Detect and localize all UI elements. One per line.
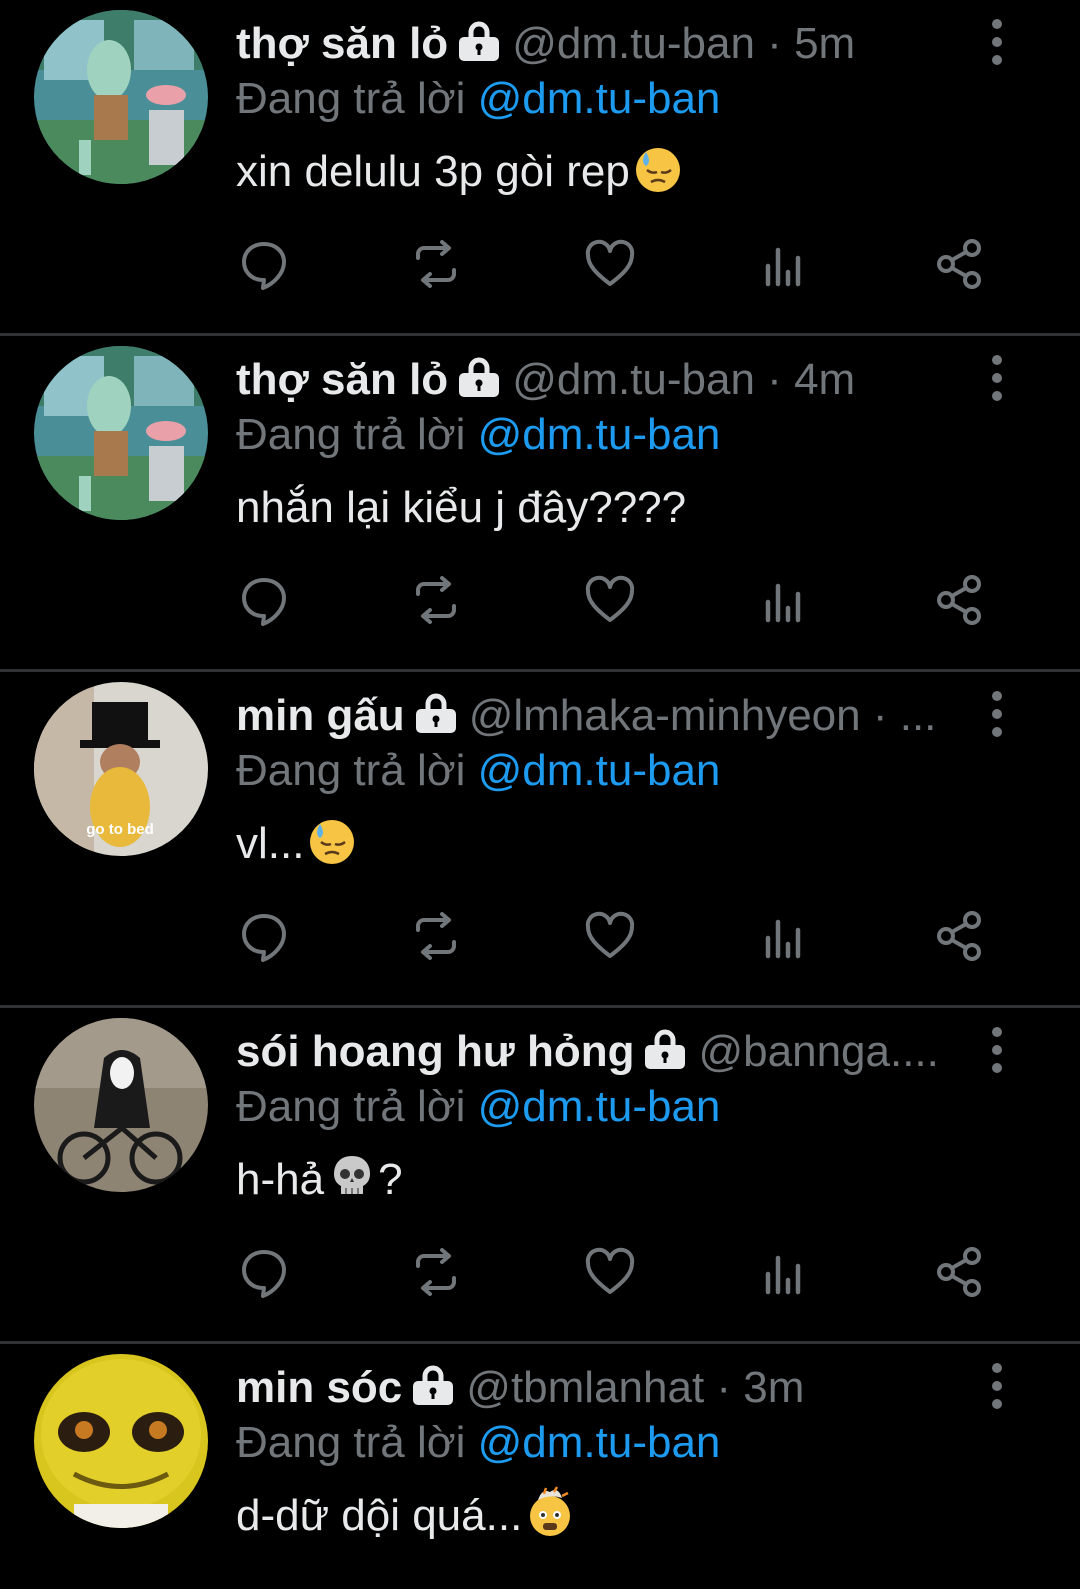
replying-prefix: Đang trả lời — [236, 1418, 478, 1467]
lock-icon — [413, 689, 459, 746]
share-icon[interactable] — [932, 236, 988, 292]
tweet-text-content: h-hả — [236, 1155, 325, 1204]
mention-link[interactable]: @dm.tu-ban — [478, 410, 721, 459]
views-icon[interactable] — [756, 908, 812, 964]
tweet-text-suffix: ? — [378, 1155, 403, 1204]
replying-prefix: Đang trả lời — [236, 746, 478, 795]
tweet-header: sói hoang hư hỏng @bannga.... — [236, 1022, 956, 1082]
avatar[interactable] — [34, 10, 208, 184]
lock-icon — [456, 353, 502, 410]
replying-prefix: Đang trả lời — [236, 410, 478, 459]
action-bar — [236, 236, 996, 292]
skull-icon — [326, 1150, 378, 1218]
views-icon[interactable] — [756, 1244, 812, 1300]
tweet-header: min sóc @tbmlanhat · 3m — [236, 1358, 956, 1418]
exploding-head-icon — [524, 1486, 576, 1554]
reply-icon[interactable] — [236, 572, 292, 628]
replying-to: Đang trả lời @dm.tu-ban — [236, 1414, 720, 1472]
tweet-text: d-dữ dội quá... — [236, 1486, 576, 1554]
reply-tweet[interactable]: thợ săn lỏ @dm.tu-ban · 4m Đang trả lời @… — [0, 336, 1080, 672]
handle-and-time[interactable]: @dm.tu-ban · 5m — [512, 19, 855, 68]
tweet-text-content: d-dữ dội quá... — [236, 1491, 523, 1540]
mention-link[interactable]: @dm.tu-ban — [478, 746, 721, 795]
display-name[interactable]: sói hoang hư hỏng — [236, 1027, 634, 1076]
tweet-text-content: nhắn lại kiểu j đây???? — [236, 483, 687, 532]
avatar[interactable] — [34, 1354, 208, 1528]
views-icon[interactable] — [756, 572, 812, 628]
sad-sweat-face-icon — [632, 142, 684, 210]
lock-icon — [642, 1025, 688, 1082]
tweet-text-content: vl... — [236, 819, 305, 868]
replying-prefix: Đang trả lời — [236, 74, 478, 123]
reply-tweet[interactable]: sói hoang hư hỏng @bannga.... Đang trả lờ… — [0, 1008, 1080, 1344]
repost-icon[interactable] — [408, 236, 464, 292]
share-icon[interactable] — [932, 908, 988, 964]
lock-icon — [410, 1361, 456, 1418]
action-bar — [236, 1244, 996, 1300]
repost-icon[interactable] — [408, 908, 464, 964]
like-icon[interactable] — [582, 1244, 638, 1300]
tweet-header: thợ săn lỏ @dm.tu-ban · 4m — [236, 350, 956, 410]
tweet-text: vl... — [236, 814, 358, 882]
display-name[interactable]: thợ săn lỏ — [236, 355, 448, 404]
reply-tweet[interactable]: thợ săn lỏ @dm.tu-ban · 5m Đang trả lời @… — [0, 0, 1080, 336]
tweet-header: thợ săn lỏ @dm.tu-ban · 5m — [236, 14, 956, 74]
tweet-text: nhắn lại kiểu j đây???? — [236, 478, 686, 538]
reply-icon[interactable] — [236, 908, 292, 964]
like-icon[interactable] — [582, 572, 638, 628]
repost-icon[interactable] — [408, 572, 464, 628]
tweet-text: xin delulu 3p gòi rep — [236, 142, 684, 210]
lock-icon — [456, 17, 502, 74]
mention-link[interactable]: @dm.tu-ban — [478, 1418, 721, 1467]
handle-and-time[interactable]: @dm.tu-ban · 4m — [512, 355, 855, 404]
reply-icon[interactable] — [236, 236, 292, 292]
replying-to: Đang trả lời @dm.tu-ban — [236, 1078, 720, 1136]
replying-to: Đang trả lời @dm.tu-ban — [236, 742, 720, 800]
repost-icon[interactable] — [408, 1244, 464, 1300]
more-options-icon[interactable] — [985, 1026, 1033, 1074]
replying-to: Đang trả lời @dm.tu-ban — [236, 70, 720, 128]
tweet-text-content: xin delulu 3p gòi rep — [236, 147, 630, 196]
more-options-icon[interactable] — [985, 690, 1033, 738]
handle-and-time[interactable]: @lmhaka-minhyeon · ... — [469, 691, 937, 740]
reply-feed: thợ săn lỏ @dm.tu-ban · 5m Đang trả lời @… — [0, 0, 1080, 1589]
display-name[interactable]: thợ săn lỏ — [236, 19, 448, 68]
avatar[interactable] — [34, 346, 208, 520]
display-name[interactable]: min sóc — [236, 1363, 402, 1412]
action-bar — [236, 908, 996, 964]
share-icon[interactable] — [932, 1244, 988, 1300]
tweet-header: min gấu @lmhaka-minhyeon · ... — [236, 686, 956, 746]
mention-link[interactable]: @dm.tu-ban — [478, 1082, 721, 1131]
tweet-text: h-hả? — [236, 1150, 403, 1218]
avatar[interactable]: go to bed — [34, 682, 208, 856]
handle-and-time[interactable]: @tbmlanhat · 3m — [466, 1363, 804, 1412]
reply-icon[interactable] — [236, 1244, 292, 1300]
sad-sweat-face-icon — [306, 814, 358, 882]
more-options-icon[interactable] — [985, 1362, 1033, 1410]
display-name[interactable]: min gấu — [236, 691, 405, 740]
replying-prefix: Đang trả lời — [236, 1082, 478, 1131]
avatar-caption: go to bed — [86, 821, 154, 838]
like-icon[interactable] — [582, 236, 638, 292]
avatar[interactable] — [34, 1018, 208, 1192]
mention-link[interactable]: @dm.tu-ban — [478, 74, 721, 123]
more-options-icon[interactable] — [985, 18, 1033, 66]
replying-to: Đang trả lời @dm.tu-ban — [236, 406, 720, 464]
views-icon[interactable] — [756, 236, 812, 292]
reply-tweet[interactable]: go to bed min gấu @lmhaka-minhyeon · ... … — [0, 672, 1080, 1008]
like-icon[interactable] — [582, 908, 638, 964]
reply-tweet[interactable]: min sóc @tbmlanhat · 3m Đang trả lời @dm.… — [0, 1344, 1080, 1589]
share-icon[interactable] — [932, 572, 988, 628]
action-bar — [236, 572, 996, 628]
handle-and-time[interactable]: @bannga.... — [698, 1027, 938, 1076]
more-options-icon[interactable] — [985, 354, 1033, 402]
